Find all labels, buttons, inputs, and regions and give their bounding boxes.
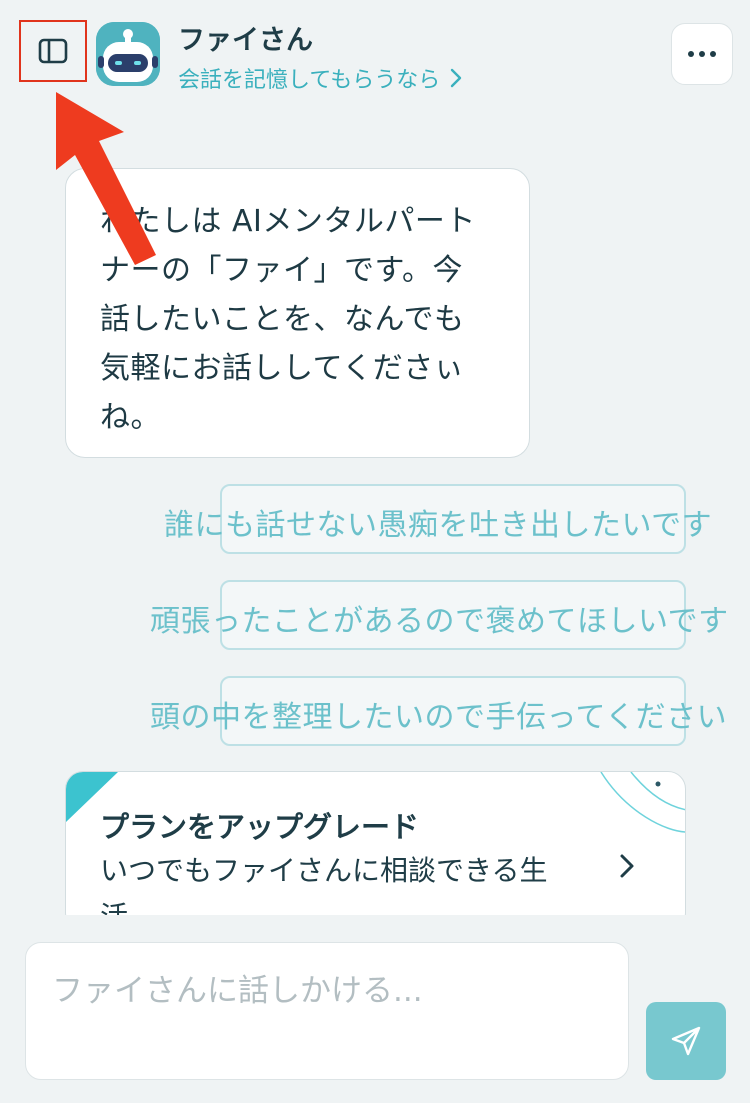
assistant-avatar[interactable]: [96, 22, 160, 86]
send-button[interactable]: [646, 1002, 726, 1080]
message-line: わたしは AIメンタルパート: [100, 204, 476, 239]
assistant-name: ファイさん: [178, 25, 313, 56]
assistant-message-bubble: わたしは AIメンタルパート ナーの「ファイ」です。今 話したいことを、なんでも…: [65, 168, 530, 458]
chevron-right-icon: [620, 854, 634, 878]
chevron-right-icon: [451, 68, 462, 88]
paper-plane-icon: [671, 1026, 701, 1056]
message-line: 気軽にお話ししてくださぃ: [100, 351, 465, 386]
suggestion-chip-label[interactable]: 頑張ったことがあるので褒めてほしいです: [150, 596, 729, 640]
robot-avatar-icon: [96, 22, 160, 86]
chat-screen: ファイさん 会話を記憶してもらうなら わたしは AIメンタルパート ナーの「ファ…: [0, 0, 750, 1103]
sidebar-panel-icon: [38, 38, 68, 64]
suggestion-chip-label[interactable]: 誰にも話せない愚痴を吐き出したいです: [164, 500, 712, 544]
upgrade-plan-card[interactable]: プランをアップグレード いつでもファイさんに相談できる生活: [65, 771, 686, 931]
sidebar-toggle-button[interactable]: [19, 20, 87, 82]
more-horizontal-icon: [688, 51, 694, 57]
more-options-button[interactable]: [671, 23, 733, 85]
upgrade-title: プランをアップグレード: [100, 810, 420, 844]
memory-settings-link[interactable]: 会話を記憶してもらうなら: [178, 62, 462, 94]
message-input[interactable]: [25, 942, 629, 1080]
message-line: 話したいことを、なんでも: [100, 302, 465, 337]
memory-settings-label: 会話を記憶してもらうなら: [178, 68, 441, 93]
message-line: ナーの「ファイ」です。今: [100, 253, 463, 288]
suggestion-chip-label[interactable]: 頭の中を整理したいので手伝ってください: [150, 692, 727, 736]
message-line: ね。: [100, 400, 161, 435]
